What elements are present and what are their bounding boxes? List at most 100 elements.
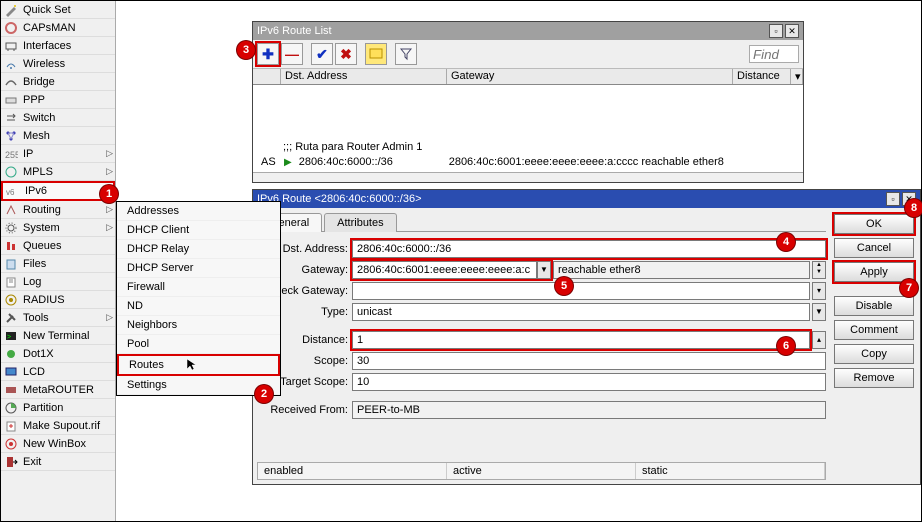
disable-button[interactable]: Disable <box>834 296 914 316</box>
chevron-right-icon: ▷ <box>106 166 113 177</box>
status-enabled: enabled <box>258 463 447 479</box>
route-comment: ;;; Ruta para Router Admin 1 <box>283 141 422 153</box>
check-gateway-dropdown[interactable]: ▾ <box>812 282 826 300</box>
ppp-icon <box>3 92 19 108</box>
sidebar-item-interfaces[interactable]: Interfaces <box>1 37 115 55</box>
submenu-firewall[interactable]: Firewall <box>117 278 280 297</box>
gateway-input[interactable] <box>352 261 537 279</box>
svg-text:255: 255 <box>5 150 18 160</box>
submenu-label: Settings <box>127 379 167 391</box>
apply-button[interactable]: Apply <box>834 262 914 282</box>
comment-button[interactable]: Comment <box>834 320 914 340</box>
submenu-pool[interactable]: Pool <box>117 335 280 354</box>
col-menu[interactable]: ▾ <box>791 69 803 84</box>
col-distance[interactable]: Distance <box>733 69 791 84</box>
submenu-dhcp-client[interactable]: DHCP Client <box>117 221 280 240</box>
sidebar-item-partition[interactable]: Partition <box>1 399 115 417</box>
ipv6-submenu: Addresses DHCP Client DHCP Relay DHCP Se… <box>116 201 281 396</box>
route-list-titlebar[interactable]: IPv6 Route List ▫ ✕ <box>253 22 803 40</box>
add-button[interactable]: ✚ <box>257 43 279 65</box>
partition-icon <box>3 400 19 416</box>
route-edit-titlebar[interactable]: IPv6 Route <2806:40c:6000::/36> ▫ ✕ <box>253 190 920 208</box>
target-scope-input[interactable] <box>352 373 826 391</box>
sidebar-item-quick-set[interactable]: Quick Set <box>1 1 115 19</box>
distance-clear[interactable]: ▴ <box>812 331 826 349</box>
sidebar-item-routing[interactable]: Routing▷ <box>1 201 115 219</box>
disable-button[interactable]: ✖ <box>335 43 357 65</box>
filter-button[interactable] <box>395 43 417 65</box>
wireless-icon <box>3 56 19 72</box>
sidebar-item-new-winbox[interactable]: New WinBox <box>1 435 115 453</box>
sidebar-item-wireless[interactable]: Wireless <box>1 55 115 73</box>
enable-button[interactable]: ✔ <box>311 43 333 65</box>
col-flag[interactable] <box>253 69 281 84</box>
status-active: active <box>447 463 636 479</box>
sidebar-item-log[interactable]: Log <box>1 273 115 291</box>
sidebar-item-capsman[interactable]: CAPsMAN <box>1 19 115 37</box>
routing-icon <box>3 202 19 218</box>
minimize-button[interactable]: ▫ <box>769 24 783 38</box>
terminal-icon: > <box>3 328 19 344</box>
gateway-add-remove[interactable]: ▲▼ <box>812 261 826 279</box>
route-row[interactable]: AS ▶ 2806:40c:6000::/36 2806:40c:6001:ee… <box>257 155 797 169</box>
scope-input[interactable] <box>352 352 826 370</box>
sidebar-item-ipv6[interactable]: v6IPv6▷ <box>1 181 115 201</box>
close-button[interactable]: ✕ <box>785 24 799 38</box>
submenu-routes[interactable]: Routes <box>117 354 280 376</box>
tab-attributes[interactable]: Attributes <box>324 213 396 232</box>
route-list-body[interactable]: ;;; Ruta para Router Admin 1 AS ▶ 2806:4… <box>253 85 803 173</box>
minimize-button[interactable]: ▫ <box>886 192 900 206</box>
type-dropdown[interactable]: ▼ <box>812 303 826 321</box>
submenu-addresses[interactable]: Addresses <box>117 202 280 221</box>
submenu-label: ND <box>127 300 143 312</box>
sidebar-item-make-supout[interactable]: Make Supout.rif <box>1 417 115 435</box>
sidebar-label: Interfaces <box>23 40 71 52</box>
chevron-right-icon: ▷ <box>106 222 113 233</box>
sidebar-item-exit[interactable]: Exit <box>1 453 115 471</box>
find-input[interactable] <box>749 45 799 63</box>
copy-button[interactable]: Copy <box>834 344 914 364</box>
sidebar-label: Make Supout.rif <box>23 420 100 432</box>
sidebar-item-ppp[interactable]: PPP <box>1 91 115 109</box>
sidebar-item-files[interactable]: Files <box>1 255 115 273</box>
cancel-button[interactable]: Cancel <box>834 238 914 258</box>
sidebar-item-dot1x[interactable]: Dot1X <box>1 345 115 363</box>
ok-button[interactable]: OK <box>834 214 914 234</box>
submenu-neighbors[interactable]: Neighbors <box>117 316 280 335</box>
type-input[interactable] <box>352 303 810 321</box>
sidebar-item-system[interactable]: System▷ <box>1 219 115 237</box>
remove-button[interactable]: — <box>281 43 303 65</box>
submenu-label: DHCP Server <box>127 262 193 274</box>
sidebar-label: Exit <box>23 456 41 468</box>
gateway-dropdown[interactable]: ▼ <box>537 261 551 279</box>
dot1x-icon <box>3 346 19 362</box>
submenu-dhcp-server[interactable]: DHCP Server <box>117 259 280 278</box>
remove-button[interactable]: Remove <box>834 368 914 388</box>
interfaces-icon <box>3 38 19 54</box>
sidebar-item-mpls[interactable]: MPLS▷ <box>1 163 115 181</box>
sidebar-item-metarouter[interactable]: MetaROUTER <box>1 381 115 399</box>
sidebar-item-bridge[interactable]: Bridge <box>1 73 115 91</box>
sidebar-item-queues[interactable]: Queues <box>1 237 115 255</box>
row-scope: Scope: <box>257 352 826 370</box>
distance-input[interactable] <box>352 331 810 349</box>
check-gateway-input[interactable] <box>352 282 810 300</box>
sidebar-item-radius[interactable]: RADIUS <box>1 291 115 309</box>
sidebar-item-tools[interactable]: Tools▷ <box>1 309 115 327</box>
sidebar-item-switch[interactable]: Switch <box>1 109 115 127</box>
sidebar-label: PPP <box>23 94 45 106</box>
sidebar-item-new-terminal[interactable]: >New Terminal <box>1 327 115 345</box>
col-gateway[interactable]: Gateway <box>447 69 733 84</box>
sidebar-label: Dot1X <box>23 348 54 360</box>
sidebar-item-mesh[interactable]: Mesh <box>1 127 115 145</box>
dst-address-input[interactable] <box>352 240 826 258</box>
submenu-dhcp-relay[interactable]: DHCP Relay <box>117 240 280 259</box>
sidebar-item-lcd[interactable]: LCD <box>1 363 115 381</box>
exit-icon <box>3 454 19 470</box>
submenu-label: Neighbors <box>127 319 177 331</box>
col-dst[interactable]: Dst. Address <box>281 69 447 84</box>
step-badge-1: 1 <box>100 185 118 203</box>
submenu-nd[interactable]: ND <box>117 297 280 316</box>
sidebar-item-ip[interactable]: 255IP▷ <box>1 145 115 163</box>
comment-button[interactable] <box>365 43 387 65</box>
